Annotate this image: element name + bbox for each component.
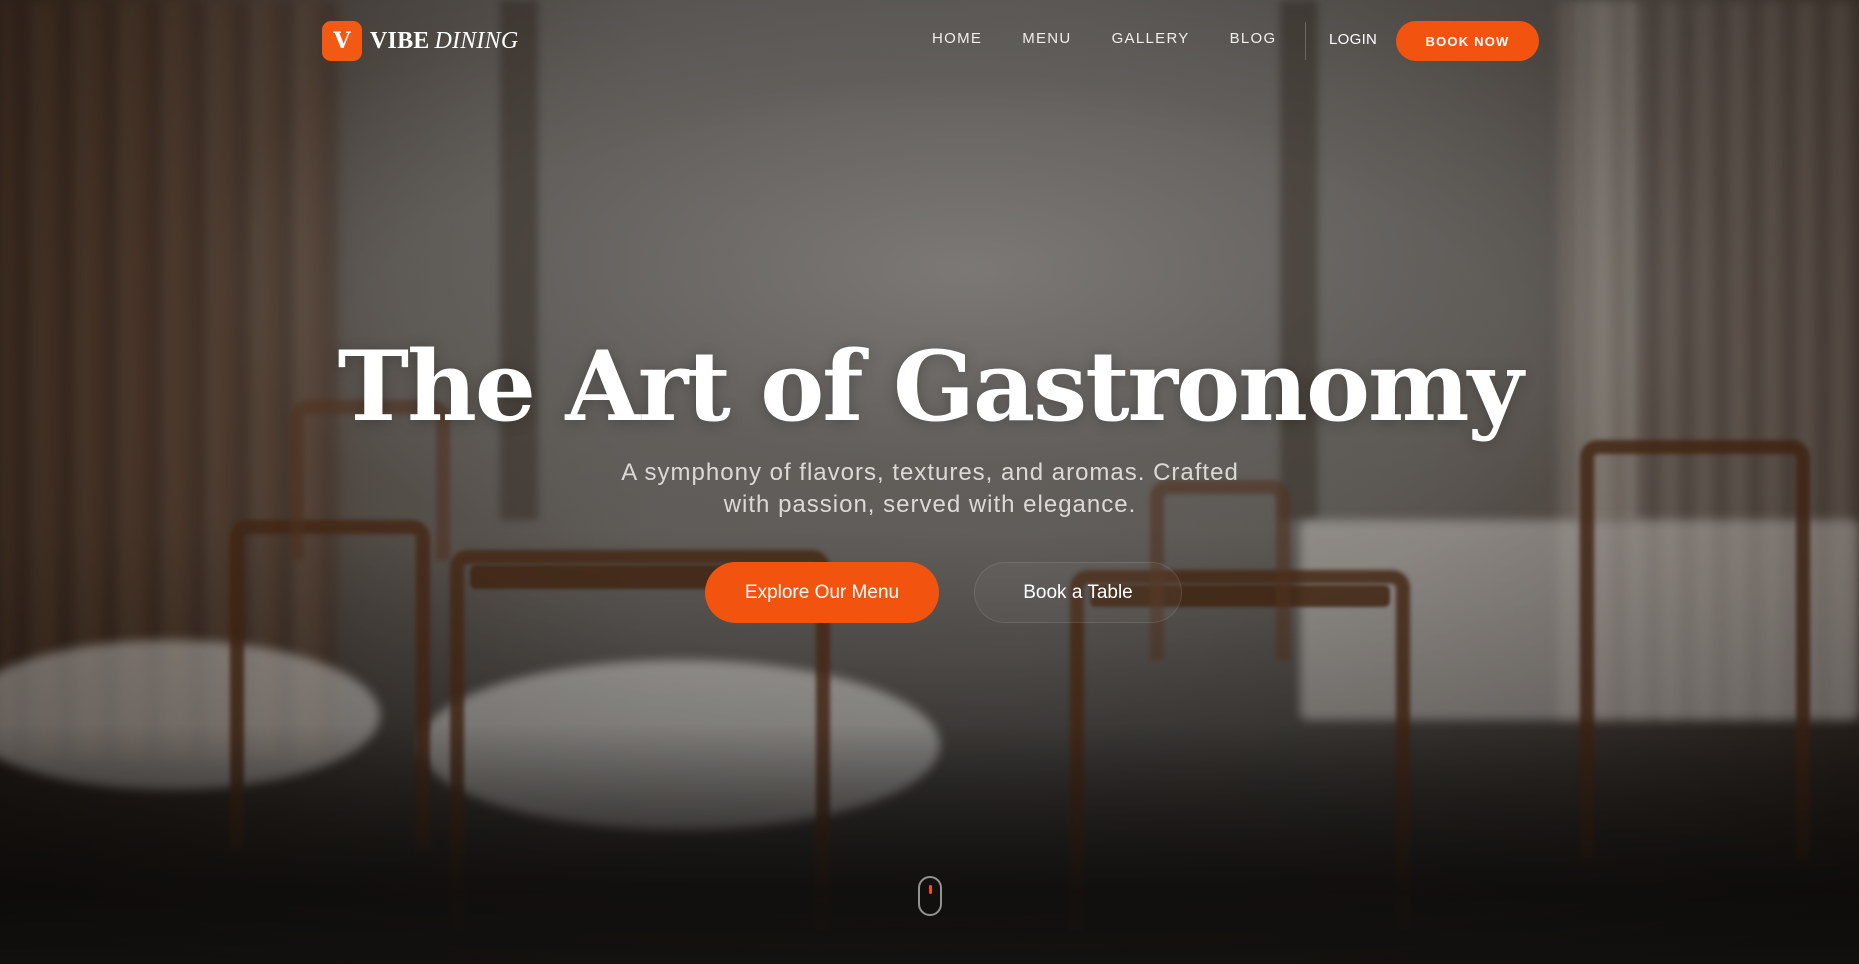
top-navigation: V VIBE DINING HOME MENU GALLERY BLOG LOGI…: [0, 0, 1859, 82]
nav-link-home[interactable]: HOME: [932, 30, 982, 47]
hero-title: The Art of Gastronomy: [337, 330, 1524, 443]
scroll-wheel-dot: [929, 885, 932, 894]
brand-name: VIBE DINING: [370, 28, 518, 55]
book-table-button[interactable]: Book a Table: [974, 562, 1182, 623]
brand-logo[interactable]: V VIBE DINING: [322, 21, 518, 61]
nav-links: HOME MENU GALLERY BLOG: [932, 30, 1317, 47]
nav-link-blog[interactable]: BLOG: [1230, 30, 1277, 47]
mouse-scroll-icon[interactable]: [918, 876, 942, 916]
book-now-button[interactable]: BOOK NOW: [1396, 21, 1539, 61]
nav-divider: [1305, 22, 1306, 60]
nav-link-menu[interactable]: MENU: [1022, 30, 1071, 47]
brand-name-bold: VIBE: [370, 27, 430, 54]
nav-link-gallery[interactable]: GALLERY: [1112, 30, 1190, 47]
explore-menu-button[interactable]: Explore Our Menu: [705, 562, 939, 623]
hero-section: V VIBE DINING HOME MENU GALLERY BLOG LOGI…: [0, 0, 1859, 964]
logo-badge-icon: V: [322, 21, 362, 61]
hero-subtitle: A symphony of flavors, textures, and aro…: [621, 459, 1239, 518]
brand-name-italic: DINING: [434, 27, 519, 54]
login-link[interactable]: LOGIN: [1329, 31, 1377, 48]
